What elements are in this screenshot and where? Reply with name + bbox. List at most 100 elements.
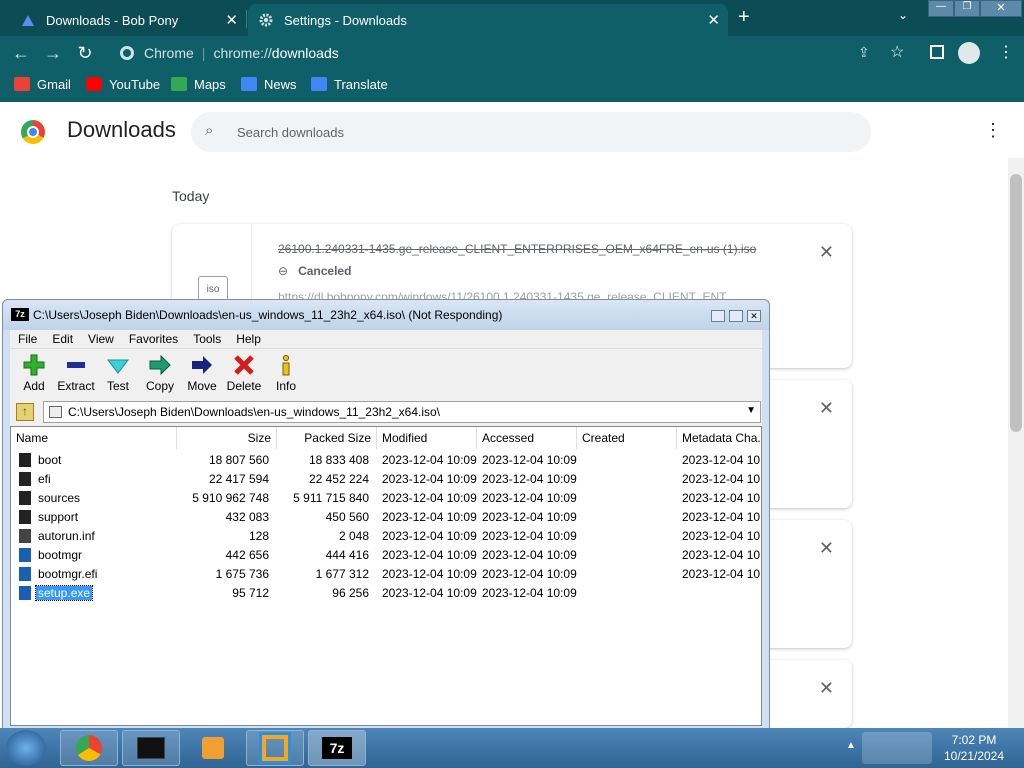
add-button[interactable]: Add — [12, 353, 56, 397]
search-downloads-input[interactable]: ⌕ Search downloads — [191, 112, 871, 152]
tab-search-chevron-icon[interactable]: ⌄ — [898, 8, 908, 22]
tab-downloads-bob-pony[interactable]: Downloads - Bob Pony ✕ — [10, 4, 246, 36]
cell-modified: 2023-12-04 10:09 — [382, 586, 477, 600]
start-orb-icon[interactable] — [6, 730, 46, 766]
cell-packed-size: 22 452 224 — [308, 472, 369, 486]
bookmark-news[interactable]: News — [241, 70, 297, 98]
cell-size: 5 910 962 748 — [192, 491, 269, 505]
cell-size: 128 — [248, 529, 269, 543]
tray-icons[interactable] — [862, 732, 932, 764]
dropdown-arrow-icon[interactable]: ▼ — [746, 405, 756, 416]
more-actions-icon[interactable]: ⋮ — [984, 120, 1002, 141]
menu-favorites[interactable]: Favorites — [129, 332, 178, 346]
test-button[interactable]: Test — [96, 353, 140, 397]
tab-settings-downloads[interactable]: Settings - Downloads ✕ — [248, 4, 728, 36]
close-window-icon[interactable]: ✕ — [747, 310, 761, 322]
new-tab-icon[interactable]: + — [738, 6, 750, 29]
cell-accessed: 2023-12-04 10:09 — [482, 529, 577, 543]
info-button[interactable]: Info — [264, 353, 308, 397]
minimize-icon[interactable] — [711, 310, 725, 322]
cell-size: 1 675 736 — [215, 567, 269, 581]
share-icon[interactable]: ⇪ — [858, 44, 870, 61]
column-header-accessed[interactable]: Accessed — [477, 427, 577, 449]
column-header-name[interactable]: Name — [11, 427, 177, 449]
table-row[interactable]: support 432 083 450 560 2023-12-04 10:09 202… — [11, 508, 761, 527]
column-header-created[interactable]: Created — [577, 427, 677, 449]
cell-packed-size: 96 256 — [332, 586, 369, 600]
close-tab-icon[interactable]: ✕ — [707, 11, 720, 29]
table-row[interactable]: autorun.inf 128 2 048 2023-12-04 10:09 2023-… — [11, 527, 761, 546]
copy-button[interactable]: Copy — [138, 353, 182, 397]
address-bar[interactable]: Chrome | chrome:// downloads — [106, 39, 850, 67]
table-row[interactable]: setup.exe 95 712 96 256 2023-12-04 10:09 202… — [11, 584, 761, 603]
column-header-modified[interactable]: Modified — [377, 427, 477, 449]
cell-packed-size: 2 048 — [338, 529, 369, 543]
bookmark-gmail[interactable]: Gmail — [14, 70, 71, 98]
remove-download-icon[interactable]: ✕ — [819, 242, 834, 263]
bookmark-label: YouTube — [109, 76, 161, 92]
forward-arrow-icon[interactable]: → — [40, 36, 66, 70]
drive-icon — [49, 406, 62, 418]
translate-icon — [311, 77, 327, 91]
maximize-icon[interactable] — [729, 310, 743, 322]
cell-metadata: 2023-12-04 10:09 — [682, 529, 761, 543]
path-combobox[interactable]: C:\Users\Joseph Biden\Downloads\en-us_wi… — [43, 401, 761, 423]
chrome-icon — [76, 735, 102, 761]
column-header-packed-size[interactable]: Packed Size — [277, 427, 377, 449]
taskbar-chrome-button[interactable] — [60, 730, 118, 766]
windows-taskbar: 7z ▲ 7:02 PM 10/21/2024 — [0, 728, 1024, 768]
close-window-icon[interactable]: ✕ — [980, 0, 1022, 17]
url-scheme: chrome:// — [213, 45, 272, 61]
bookmark-label: Maps — [194, 76, 226, 92]
menu-file[interactable]: File — [18, 332, 37, 346]
taskbar-terminal-button[interactable] — [122, 730, 180, 766]
up-folder-icon[interactable]: ↑ — [16, 403, 34, 421]
bookmark-maps[interactable]: Maps — [171, 70, 226, 98]
move-button[interactable]: Move — [180, 353, 224, 397]
taskbar-7zip-button[interactable]: 7z — [308, 730, 366, 766]
extract-label: Extract — [57, 379, 95, 393]
profile-avatar-icon[interactable] — [958, 42, 980, 64]
extract-button[interactable]: Extract — [54, 353, 98, 397]
star-bookmark-icon[interactable]: ☆ — [890, 42, 904, 62]
remove-download-icon[interactable]: ✕ — [819, 538, 834, 559]
download-status: ⊖ Canceled — [278, 264, 351, 278]
table-row[interactable]: bootmgr.efi 1 675 736 1 677 312 2023-12-04 … — [11, 565, 761, 584]
column-header-metadata[interactable]: Metadata Cha... — [677, 427, 761, 449]
bookmark-youtube[interactable]: YouTube — [86, 70, 160, 98]
menu-help[interactable]: Help — [236, 332, 261, 346]
minimize-icon[interactable]: — — [928, 0, 954, 17]
menu-tools[interactable]: Tools — [193, 332, 221, 346]
cell-accessed: 2023-12-04 10:09 — [482, 472, 577, 486]
download-filename[interactable]: 26100.1.240331-1435.ge_release_CLIENT_EN… — [278, 242, 768, 256]
cell-metadata: 2023-12-04 10:09 — [682, 472, 761, 486]
back-arrow-icon[interactable]: ← — [8, 36, 34, 70]
move-icon — [192, 356, 212, 374]
menu-edit[interactable]: Edit — [52, 332, 73, 346]
tray-expand-icon[interactable]: ▲ — [846, 740, 856, 751]
close-tab-icon[interactable]: ✕ — [225, 11, 238, 29]
menu-view[interactable]: View — [88, 332, 114, 346]
taskbar-media-player-button[interactable] — [184, 730, 242, 766]
extract-icon — [67, 362, 85, 368]
table-row[interactable]: boot 18 807 560 18 833 408 2023-12-04 10:09… — [11, 451, 761, 470]
sevenzip-titlebar[interactable]: 7z C:\Users\Joseph Biden\Downloads\en-us… — [3, 300, 769, 330]
taskbar-vmware-button[interactable] — [246, 730, 304, 766]
bookmark-translate[interactable]: Translate — [311, 70, 388, 98]
remove-download-icon[interactable]: ✕ — [819, 398, 834, 419]
restore-icon[interactable]: ❐ — [954, 0, 980, 17]
remove-download-icon[interactable]: ✕ — [819, 678, 834, 699]
table-row[interactable]: sources 5 910 962 748 5 911 715 840 2023-12… — [11, 489, 761, 508]
window-controls: — ❐ ✕ — [928, 0, 1024, 18]
delete-button[interactable]: Delete — [222, 353, 266, 397]
column-header-size[interactable]: Size — [177, 427, 277, 449]
side-panel-icon[interactable] — [930, 45, 944, 59]
table-row[interactable]: bootmgr 442 656 444 416 2023-12-04 10:09 202… — [11, 546, 761, 565]
scrollbar-thumb[interactable] — [1010, 174, 1022, 432]
chrome-menu-icon[interactable]: ⋮ — [998, 42, 1014, 62]
info-icon — [282, 354, 290, 376]
system-clock[interactable]: 7:02 PM 10/21/2024 — [938, 732, 1010, 764]
table-row[interactable]: efi 22 417 594 22 452 224 2023-12-04 10:09 2… — [11, 470, 761, 489]
reload-icon[interactable]: ↻ — [72, 36, 98, 70]
cell-modified: 2023-12-04 10:09 — [382, 529, 477, 543]
